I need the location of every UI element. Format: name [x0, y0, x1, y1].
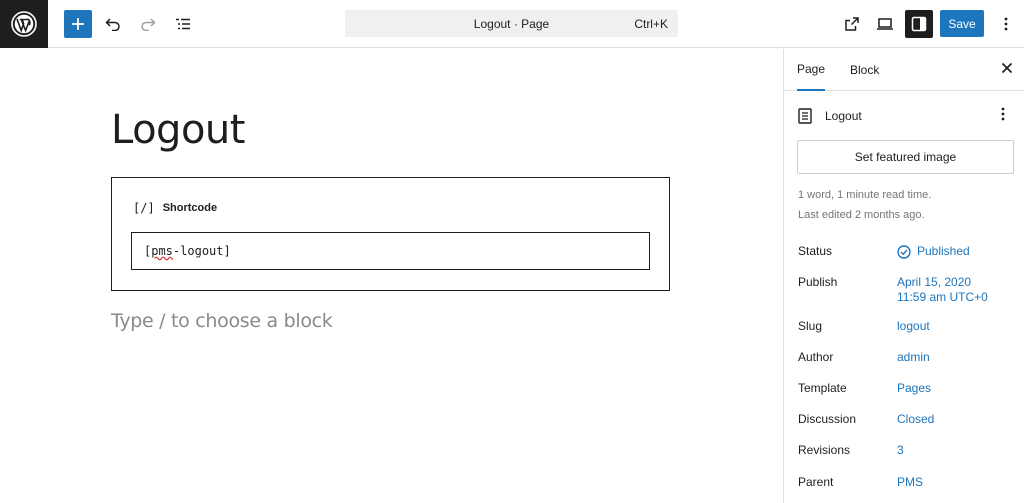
sidebar-tabs: Page Block — [784, 49, 1024, 91]
options-button[interactable] — [992, 10, 1020, 38]
close-icon — [1001, 62, 1013, 74]
editor-top-bar: Logout · Page Ctrl+K Save — [0, 0, 1024, 48]
status-label: Status — [798, 244, 833, 258]
status-value[interactable]: Published — [897, 244, 970, 259]
page-icon — [798, 108, 812, 124]
check-circle-icon — [897, 244, 911, 259]
list-view-button[interactable] — [169, 10, 197, 38]
save-button[interactable]: Save — [940, 10, 984, 37]
redo-button[interactable] — [134, 10, 162, 38]
status-text: Published — [917, 244, 970, 258]
tab-page[interactable]: Page — [797, 49, 826, 91]
redo-icon — [141, 18, 156, 31]
editor-canvas: Logout [/] Shortcode [pms-logout] Type /… — [0, 49, 783, 503]
shortcode-block-header: [/] Shortcode — [133, 201, 217, 215]
command-palette-bar[interactable]: Logout · Page Ctrl+K — [345, 10, 678, 37]
laptop-icon — [877, 18, 893, 30]
slug-value[interactable]: logout — [897, 319, 930, 334]
template-value[interactable]: Pages — [897, 381, 931, 396]
document-summary: Logout — [798, 107, 1013, 125]
publish-date: April 15, 2020 — [897, 275, 972, 289]
shortcut-hint: Ctrl+K — [634, 17, 668, 31]
publish-label: Publish — [798, 275, 838, 289]
sidebar-icon — [911, 16, 927, 32]
tab-block[interactable]: Block — [850, 49, 879, 91]
publish-date-button[interactable]: April 15, 2020 11:59 am UTC+0 — [897, 275, 988, 305]
parent-value[interactable]: PMS — [897, 475, 923, 490]
plus-icon — [72, 18, 84, 30]
spellcheck-word: pms — [151, 244, 173, 258]
undo-icon — [105, 18, 120, 31]
settings-toggle-button[interactable] — [905, 10, 933, 38]
shortcode-block[interactable]: [/] Shortcode [pms-logout] — [111, 177, 670, 291]
revisions-label: Revisions — [798, 443, 851, 457]
discussion-label: Discussion — [798, 412, 857, 426]
last-edited: Last edited 2 months ago. — [798, 209, 925, 221]
shortcode-label: Shortcode — [162, 202, 218, 214]
more-vertical-icon — [1001, 107, 1005, 121]
slug-label: Slug — [798, 319, 823, 333]
page-title[interactable]: Logout — [111, 107, 245, 153]
shortcode-input[interactable]: [pms-logout] — [131, 232, 650, 270]
more-vertical-icon — [1004, 17, 1008, 31]
external-link-icon — [845, 17, 859, 31]
parent-label: Parent — [798, 475, 834, 489]
set-featured-image-button[interactable]: Set featured image — [797, 140, 1014, 174]
shortcode-suffix: -logout] — [172, 244, 231, 258]
close-sidebar-button[interactable] — [1001, 62, 1013, 78]
template-label: Template — [798, 381, 847, 395]
publish-time: 11:59 am UTC+0 — [897, 290, 988, 304]
document-title: Logout · Page — [473, 17, 550, 31]
view-page-button[interactable] — [838, 10, 866, 38]
preview-device-button[interactable] — [871, 10, 899, 38]
wordpress-logo[interactable] — [0, 0, 48, 48]
author-label: Author — [798, 350, 834, 364]
document-actions-button[interactable] — [1001, 107, 1005, 124]
wordpress-icon — [11, 11, 37, 37]
discussion-value[interactable]: Closed — [897, 412, 934, 427]
undo-button[interactable] — [99, 10, 127, 38]
block-placeholder[interactable]: Type / to choose a block — [111, 310, 333, 332]
add-block-button[interactable] — [64, 10, 92, 38]
shortcode-icon: [/] — [133, 201, 155, 215]
word-count: 1 word, 1 minute read time. — [798, 189, 932, 201]
revisions-value[interactable]: 3 — [897, 443, 904, 458]
author-value[interactable]: admin — [897, 350, 930, 365]
list-view-icon — [176, 18, 190, 30]
settings-sidebar: Page Block Logout Set featured image 1 w… — [783, 49, 1024, 503]
document-name: Logout — [825, 109, 862, 123]
